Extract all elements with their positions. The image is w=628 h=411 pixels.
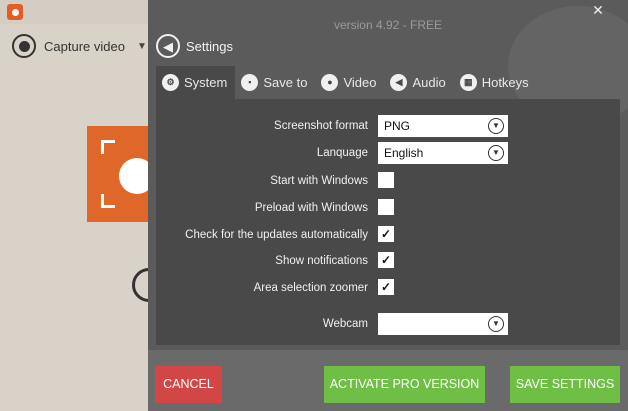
language-value: English — [384, 146, 424, 160]
chevron-down-icon: ▼ — [488, 118, 504, 134]
video-icon: ● — [321, 74, 339, 91]
webcam-select[interactable]: ▼ — [378, 313, 508, 335]
setting-row-webcam: Webcam ▼ — [156, 313, 620, 335]
setting-row-check-updates: Check for the updates automatically ✓ — [156, 224, 620, 246]
system-settings-panel: Screenshot format PNG ▼ Lanquage English… — [156, 99, 620, 345]
preload-with-windows-checkbox[interactable] — [378, 199, 394, 215]
close-icon[interactable]: ✕ — [590, 2, 606, 18]
settings-header: ◀ Settings — [156, 34, 233, 58]
corner-icon — [101, 194, 115, 208]
screenshot-format-label: Screenshot format — [274, 120, 368, 132]
tab-label: Save to — [263, 75, 308, 90]
screenshot-format-select[interactable]: PNG ▼ — [378, 115, 508, 137]
language-select[interactable]: English ▼ — [378, 142, 508, 164]
capture-screen-tile[interactable] — [87, 126, 157, 222]
preload-with-windows-label: Preload with Windows — [254, 202, 368, 214]
settings-tabs: ⚙ System ▪ Save to ● Video ◀ Audio ▦ Hot… — [156, 66, 620, 99]
setting-row-start-with-windows: Start with Windows — [156, 170, 620, 192]
corner-icon — [101, 140, 115, 154]
audio-icon: ◀ — [390, 74, 408, 91]
webcam-label: Webcam — [322, 318, 368, 330]
settings-overlay: version 4.92 - FREE ✕ ◀ Settings ⚙ Syste… — [148, 0, 628, 411]
tab-video[interactable]: ● Video — [315, 66, 384, 99]
chevron-down-icon: ▼ — [488, 316, 504, 332]
setting-row-show-notifications: Show notifications ✓ — [156, 250, 620, 272]
check-updates-label: Check for the updates automatically — [185, 229, 368, 241]
save-icon: ▪ — [241, 74, 259, 91]
setting-row-language: Lanquage English ▼ — [156, 142, 620, 164]
system-icon: ⚙ — [162, 74, 179, 91]
settings-footer: CANCEL ACTIVATE PRO VERSION SAVE SETTING… — [148, 350, 628, 411]
app-logo-icon — [7, 4, 23, 20]
chevron-down-icon: ▼ — [488, 145, 504, 161]
screenshot-format-value: PNG — [384, 119, 411, 133]
caret-down-icon: ▼ — [136, 40, 147, 52]
tab-system[interactable]: ⚙ System — [156, 66, 236, 99]
activate-pro-button[interactable]: ACTIVATE PRO VERSION — [324, 366, 485, 403]
setting-row-screenshot-format: Screenshot format PNG ▼ — [156, 115, 620, 137]
tab-label: Video — [343, 75, 377, 90]
tab-hotkeys[interactable]: ▦ Hotkeys — [454, 66, 537, 99]
start-with-windows-label: Start with Windows — [270, 175, 368, 187]
record-icon — [12, 34, 36, 58]
capture-video-label: Capture video — [44, 38, 125, 54]
tab-label: Hotkeys — [481, 75, 529, 90]
back-arrow-icon[interactable]: ◀ — [156, 34, 180, 58]
hotkeys-icon: ▦ — [459, 74, 477, 91]
area-zoomer-label: Area selection zoomer — [253, 282, 368, 294]
cancel-button[interactable]: CANCEL — [155, 366, 222, 403]
page-title: Settings — [186, 38, 233, 54]
tab-label: Audio — [412, 75, 446, 90]
show-notifications-checkbox[interactable]: ✓ — [378, 252, 394, 268]
area-zoomer-checkbox[interactable]: ✓ — [378, 279, 394, 295]
setting-row-preload-with-windows: Preload with Windows — [156, 197, 620, 219]
capture-video-dropdown[interactable]: Capture video ▼ — [12, 34, 147, 58]
tab-save-to[interactable]: ▪ Save to — [235, 66, 315, 99]
setting-row-area-zoomer: Area selection zoomer ✓ — [156, 277, 620, 299]
language-label: Lanquage — [316, 147, 368, 159]
save-settings-button[interactable]: SAVE SETTINGS — [510, 366, 620, 403]
version-label: version 4.92 - FREE — [333, 18, 443, 32]
tab-label: System — [184, 75, 228, 90]
check-updates-checkbox[interactable]: ✓ — [378, 226, 394, 242]
tab-audio[interactable]: ◀ Audio — [384, 66, 453, 99]
start-with-windows-checkbox[interactable] — [378, 172, 394, 188]
show-notifications-label: Show notifications — [275, 255, 368, 267]
